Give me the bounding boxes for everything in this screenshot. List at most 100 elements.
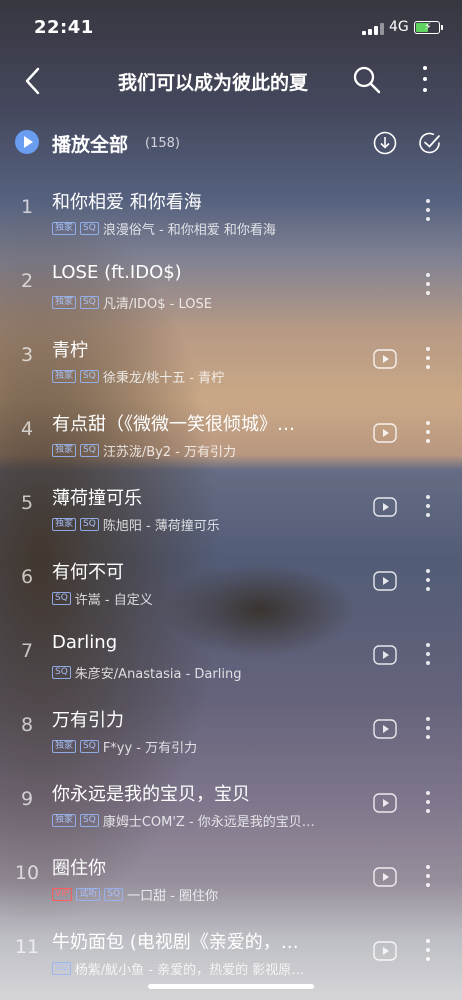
song-tag-badge: 独家 xyxy=(52,443,77,457)
mv-play-icon[interactable] xyxy=(373,349,397,369)
song-artist-album: 徐秉龙/桃十五 - 青柠 xyxy=(102,370,225,386)
song-tag-badge: 独家 xyxy=(52,517,77,531)
song-artist-album: 朱彦安/Anastasia - Darling xyxy=(74,666,242,682)
song-tag-badge: SQ xyxy=(52,961,71,975)
signal-icon xyxy=(362,23,384,35)
song-subtitle: 独家 SQ 陈旭阳 - 薄荷撞可乐 xyxy=(52,515,220,534)
song-index: 5 xyxy=(20,492,34,514)
status-time: 22:41 xyxy=(34,17,94,38)
song-subtitle: 独家 SQ 浪漫俗气 - 和你相爱 和你看海 xyxy=(52,219,276,238)
more-icon[interactable] xyxy=(420,66,430,96)
song-tag-badge: 独家 xyxy=(52,369,77,383)
mv-play-icon[interactable] xyxy=(373,719,397,739)
song-title[interactable]: 青柠 xyxy=(52,336,348,362)
song-more-icon[interactable] xyxy=(424,273,432,297)
song-more-icon[interactable] xyxy=(424,865,432,889)
song-tag-badge: SQ xyxy=(80,517,99,531)
song-index: 6 xyxy=(20,566,34,588)
song-more-icon[interactable] xyxy=(424,717,432,741)
song-tag-badge: VIP xyxy=(52,887,73,901)
mv-play-icon[interactable] xyxy=(373,423,397,443)
song-index: 9 xyxy=(20,788,34,810)
battery-tip xyxy=(441,25,443,30)
song-more-icon[interactable] xyxy=(424,347,432,371)
song-tag-badge: SQ xyxy=(80,813,99,827)
song-row[interactable]: 5 薄荷撞可乐独家 SQ 陈旭阳 - 薄荷撞可乐 xyxy=(0,470,462,544)
song-index: 10 xyxy=(14,862,40,884)
song-row[interactable]: 10 圈住你 VIP 试听 SQ 一口甜 - 圈住你 xyxy=(0,840,462,914)
song-subtitle: SQ 朱彦安/Anastasia - Darling xyxy=(52,663,242,682)
song-artist-album: 浪漫俗气 - 和你相爱 和你看海 xyxy=(102,222,276,238)
page-title: 我们可以成为彼此的夏 xyxy=(118,72,309,94)
song-subtitle: 独家 SQ 徐秉龙/桃十五 - 青柠 xyxy=(52,367,225,386)
song-tag-badge: 独家 xyxy=(52,221,77,235)
search-icon[interactable] xyxy=(352,65,382,95)
mv-play-icon[interactable] xyxy=(373,645,397,665)
mv-play-icon[interactable] xyxy=(373,571,397,591)
song-row[interactable]: 7 Darling SQ 朱彦安/Anastasia - Darling xyxy=(0,618,462,692)
song-tag-badge: SQ xyxy=(80,739,99,753)
back-icon[interactable] xyxy=(22,66,44,96)
mv-play-icon[interactable] xyxy=(373,793,397,813)
song-subtitle: 独家 SQ 汪苏泷/By2 - 万有引力 xyxy=(52,441,237,460)
song-title[interactable]: 圈住你 xyxy=(52,854,348,880)
song-title[interactable]: LOSE (ft.IDO$) xyxy=(52,262,352,283)
song-more-icon[interactable] xyxy=(424,569,432,593)
song-tag-badge: SQ xyxy=(52,665,71,679)
song-row[interactable]: 11 牛奶面包 (电视剧《亲爱的，… SQ 杨紫/魷小鱼 - 亲爱的，热爱的 影视原… xyxy=(0,914,462,988)
song-title[interactable]: 有点甜（《微微一笑很倾城》… xyxy=(52,410,348,436)
song-artist-album: 许嵩 - 自定义 xyxy=(74,592,153,608)
song-row[interactable]: 1 和你相爱 和你看海 独家 SQ 浪漫俗气 - 和你相爱 和你看海 xyxy=(0,174,462,248)
song-tag-badge: SQ xyxy=(80,443,99,457)
song-count: (158) xyxy=(145,136,180,151)
play-all-label[interactable]: 播放全部 xyxy=(52,130,128,157)
song-subtitle: 独家 SQ F*yy - 万有引力 xyxy=(52,737,198,756)
song-title[interactable]: 万有引力 xyxy=(52,706,348,732)
status-bar: 22:41 4G ⚡ xyxy=(0,0,462,52)
mv-play-icon[interactable] xyxy=(373,941,397,961)
song-subtitle: VIP 试听 SQ 一口甜 - 圈住你 xyxy=(52,885,218,904)
song-tag-badge: SQ xyxy=(80,295,99,309)
song-title[interactable]: 和你相爱 和你看海 xyxy=(52,188,352,214)
play-icon[interactable] xyxy=(15,130,39,154)
song-tag-badge: SQ xyxy=(80,369,99,383)
battery-icon: ⚡ xyxy=(414,20,440,34)
song-row[interactable]: 4 有点甜（《微微一笑很倾城》… 独家 SQ 汪苏泷/By2 - 万有引力 xyxy=(0,396,462,470)
multi-select-icon[interactable] xyxy=(418,131,442,155)
song-title[interactable]: 你永远是我的宝贝，宝贝 xyxy=(52,780,348,806)
song-title[interactable]: 有何不可 xyxy=(52,558,348,584)
song-subtitle: 独家 SQ 凡清/IDO$ - LOSE xyxy=(52,293,212,312)
song-index: 2 xyxy=(20,270,34,292)
song-title[interactable]: Darling xyxy=(52,632,348,653)
song-index: 11 xyxy=(14,936,40,958)
song-tag-badge: SQ xyxy=(52,591,71,605)
play-all-bar[interactable]: 播放全部 (158) xyxy=(0,118,462,170)
song-title[interactable]: 薄荷撞可乐 xyxy=(52,484,348,510)
song-more-icon[interactable] xyxy=(424,421,432,445)
download-icon[interactable] xyxy=(373,131,397,155)
song-index: 4 xyxy=(20,418,34,440)
song-subtitle: SQ 杨紫/魷小鱼 - 亲爱的，热爱的 影视原… xyxy=(52,959,305,978)
song-artist-album: 杨紫/魷小鱼 - 亲爱的，热爱的 影视原… xyxy=(74,962,305,978)
song-title[interactable]: 牛奶面包 (电视剧《亲爱的，… xyxy=(52,928,348,954)
song-more-icon[interactable] xyxy=(424,791,432,815)
song-tag-badge: 独家 xyxy=(52,813,77,827)
song-more-icon[interactable] xyxy=(424,939,432,963)
song-artist-album: 汪苏泷/By2 - 万有引力 xyxy=(102,444,237,460)
song-subtitle: SQ 许嵩 - 自定义 xyxy=(52,589,153,608)
mv-play-icon[interactable] xyxy=(373,497,397,517)
song-row[interactable]: 2 LOSE (ft.IDO$) 独家 SQ 凡清/IDO$ - LOSE xyxy=(0,248,462,322)
song-more-icon[interactable] xyxy=(424,495,432,519)
song-artist-album: F*yy - 万有引力 xyxy=(102,740,198,756)
song-row[interactable]: 8 万有引力 独家 SQ F*yy - 万有引力 xyxy=(0,692,462,766)
mv-play-icon[interactable] xyxy=(373,867,397,887)
song-tag-badge: 独家 xyxy=(52,295,77,309)
song-row[interactable]: 3 青柠 独家 SQ 徐秉龙/桃十五 - 青柠 xyxy=(0,322,462,396)
song-row[interactable]: 6 有何不可 SQ 许嵩 - 自定义 xyxy=(0,544,462,618)
home-indicator[interactable] xyxy=(148,984,314,989)
song-more-icon[interactable] xyxy=(424,199,432,223)
song-more-icon[interactable] xyxy=(424,643,432,667)
song-index: 7 xyxy=(20,640,34,662)
song-subtitle: 独家 SQ 康姆士COM'Z - 你永远是我的宝贝… xyxy=(52,811,315,830)
song-row[interactable]: 9 你永远是我的宝贝，宝贝独家 SQ 康姆士COM'Z - 你永远是我的宝贝… xyxy=(0,766,462,840)
